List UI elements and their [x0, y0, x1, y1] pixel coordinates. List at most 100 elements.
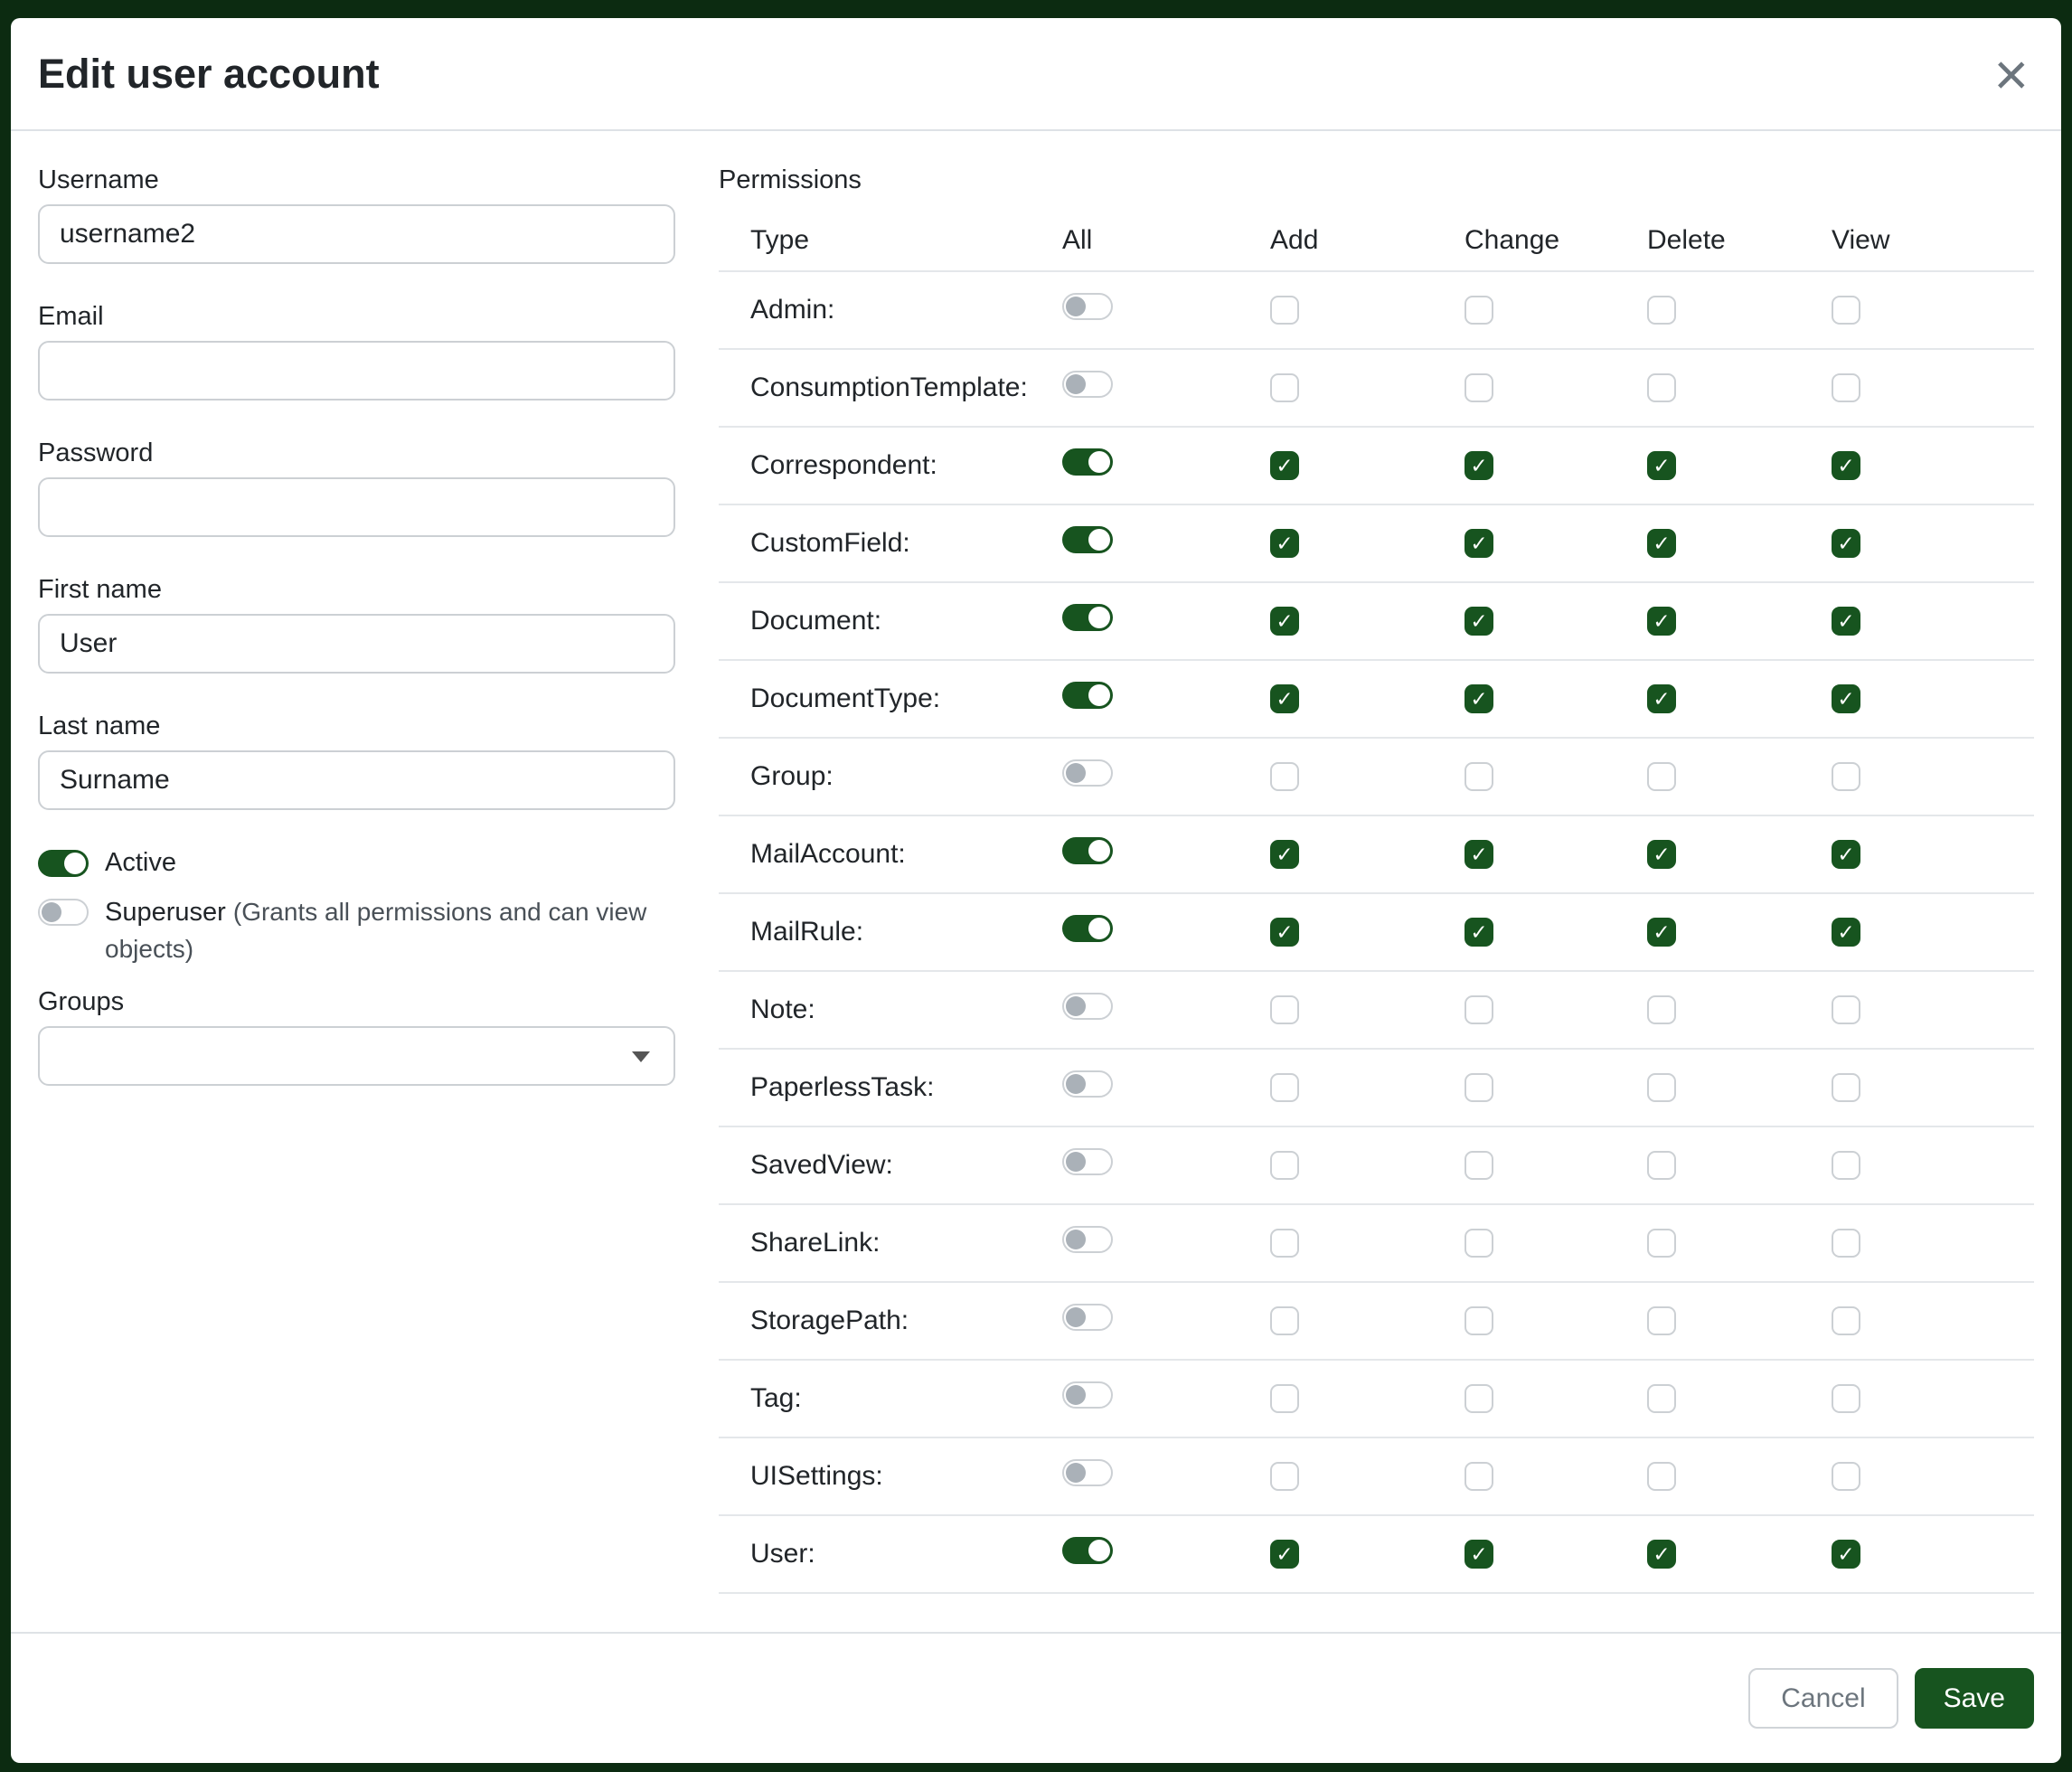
checkbox-add[interactable]	[1270, 1229, 1299, 1258]
checkbox-change[interactable]	[1465, 296, 1493, 325]
checkbox-delete[interactable]	[1647, 1306, 1676, 1335]
superuser-toggle[interactable]	[38, 899, 89, 926]
checkbox-add[interactable]	[1270, 1073, 1299, 1102]
toggle-all[interactable]	[1062, 1148, 1113, 1175]
toggle-all[interactable]	[1062, 682, 1113, 709]
checkbox-add[interactable]: ✓	[1270, 918, 1299, 947]
toggle-all[interactable]	[1062, 293, 1113, 320]
check-icon: ✓	[1653, 456, 1670, 476]
checkbox-add[interactable]	[1270, 1151, 1299, 1180]
email-field[interactable]	[38, 341, 675, 401]
checkbox-change[interactable]	[1465, 1462, 1493, 1491]
checkbox-delete[interactable]: ✓	[1647, 607, 1676, 636]
checkbox-view[interactable]	[1832, 1151, 1860, 1180]
checkbox-view[interactable]: ✓	[1832, 451, 1860, 480]
checkbox-view[interactable]: ✓	[1832, 840, 1860, 869]
checkbox-change[interactable]: ✓	[1465, 451, 1493, 480]
checkbox-add[interactable]: ✓	[1270, 1540, 1299, 1569]
checkbox-view[interactable]	[1832, 995, 1860, 1024]
checkbox-add[interactable]: ✓	[1270, 529, 1299, 558]
checkbox-change[interactable]	[1465, 1306, 1493, 1335]
perm-view-cell	[1832, 1384, 2034, 1413]
checkbox-change[interactable]	[1465, 1151, 1493, 1180]
toggle-all[interactable]	[1062, 604, 1113, 631]
toggle-all[interactable]	[1062, 993, 1113, 1020]
checkbox-view[interactable]	[1832, 1462, 1860, 1491]
checkbox-delete[interactable]	[1647, 1073, 1676, 1102]
checkbox-delete[interactable]	[1647, 373, 1676, 402]
first-name-field[interactable]	[38, 614, 675, 674]
checkbox-add[interactable]	[1270, 1462, 1299, 1491]
toggle-all[interactable]	[1062, 759, 1113, 787]
checkbox-view[interactable]: ✓	[1832, 607, 1860, 636]
checkbox-add[interactable]: ✓	[1270, 451, 1299, 480]
password-field[interactable]	[38, 477, 675, 537]
toggle-all[interactable]	[1062, 837, 1113, 864]
checkbox-change[interactable]: ✓	[1465, 529, 1493, 558]
checkbox-add[interactable]: ✓	[1270, 684, 1299, 713]
checkbox-delete[interactable]	[1647, 296, 1676, 325]
close-icon[interactable]: ×	[1993, 44, 2029, 104]
checkbox-view[interactable]	[1832, 762, 1860, 791]
checkbox-view[interactable]	[1832, 1306, 1860, 1335]
checkbox-change[interactable]	[1465, 373, 1493, 402]
toggle-all[interactable]	[1062, 1537, 1113, 1564]
toggle-all[interactable]	[1062, 1304, 1113, 1331]
checkbox-delete[interactable]	[1647, 1151, 1676, 1180]
toggle-all[interactable]	[1062, 1459, 1113, 1486]
checkbox-add[interactable]	[1270, 1384, 1299, 1413]
checkbox-delete[interactable]	[1647, 1462, 1676, 1491]
checkbox-change[interactable]	[1465, 995, 1493, 1024]
check-icon: ✓	[1276, 533, 1293, 554]
checkbox-change[interactable]: ✓	[1465, 607, 1493, 636]
checkbox-view[interactable]	[1832, 1384, 1860, 1413]
checkbox-delete[interactable]: ✓	[1647, 451, 1676, 480]
checkbox-view[interactable]: ✓	[1832, 918, 1860, 947]
checkbox-change[interactable]: ✓	[1465, 684, 1493, 713]
perm-view-cell	[1832, 1151, 2034, 1180]
checkbox-add[interactable]	[1270, 1306, 1299, 1335]
checkbox-change[interactable]	[1465, 1384, 1493, 1413]
checkbox-view[interactable]	[1832, 296, 1860, 325]
username-input[interactable]	[38, 204, 675, 264]
last-name-field[interactable]	[38, 750, 675, 810]
checkbox-delete[interactable]: ✓	[1647, 684, 1676, 713]
checkbox-change[interactable]: ✓	[1465, 840, 1493, 869]
checkbox-change[interactable]: ✓	[1465, 918, 1493, 947]
checkbox-delete[interactable]: ✓	[1647, 529, 1676, 558]
checkbox-delete[interactable]	[1647, 995, 1676, 1024]
checkbox-add[interactable]	[1270, 995, 1299, 1024]
checkbox-add[interactable]	[1270, 373, 1299, 402]
checkbox-add[interactable]: ✓	[1270, 840, 1299, 869]
checkbox-delete[interactable]: ✓	[1647, 1540, 1676, 1569]
checkbox-view[interactable]	[1832, 1229, 1860, 1258]
toggle-all[interactable]	[1062, 526, 1113, 553]
toggle-all[interactable]	[1062, 1070, 1113, 1098]
checkbox-view[interactable]: ✓	[1832, 529, 1860, 558]
active-toggle[interactable]	[38, 850, 89, 877]
checkbox-change[interactable]	[1465, 1073, 1493, 1102]
toggle-all[interactable]	[1062, 448, 1113, 476]
checkbox-view[interactable]	[1832, 373, 1860, 402]
checkbox-delete[interactable]	[1647, 1229, 1676, 1258]
checkbox-add[interactable]	[1270, 762, 1299, 791]
checkbox-change[interactable]	[1465, 1229, 1493, 1258]
checkbox-add[interactable]: ✓	[1270, 607, 1299, 636]
checkbox-view[interactable]: ✓	[1832, 1540, 1860, 1569]
checkbox-view[interactable]	[1832, 1073, 1860, 1102]
checkbox-delete[interactable]	[1647, 762, 1676, 791]
checkbox-change[interactable]	[1465, 762, 1493, 791]
groups-select[interactable]	[38, 1026, 675, 1086]
toggle-all[interactable]	[1062, 371, 1113, 398]
checkbox-view[interactable]: ✓	[1832, 684, 1860, 713]
toggle-all[interactable]	[1062, 915, 1113, 942]
toggle-all[interactable]	[1062, 1381, 1113, 1409]
checkbox-delete[interactable]: ✓	[1647, 840, 1676, 869]
checkbox-change[interactable]: ✓	[1465, 1540, 1493, 1569]
cancel-button[interactable]: Cancel	[1748, 1668, 1898, 1729]
toggle-all[interactable]	[1062, 1226, 1113, 1253]
checkbox-delete[interactable]	[1647, 1384, 1676, 1413]
checkbox-delete[interactable]: ✓	[1647, 918, 1676, 947]
save-button[interactable]: Save	[1915, 1668, 2034, 1729]
checkbox-add[interactable]	[1270, 296, 1299, 325]
